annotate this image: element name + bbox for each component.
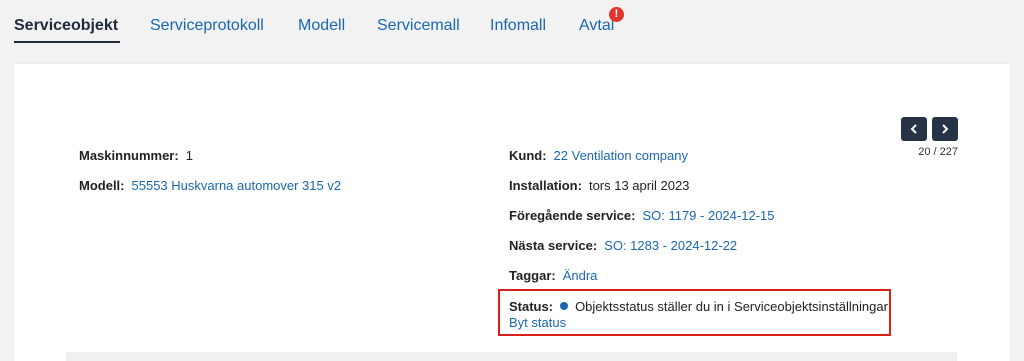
previous-service-link[interactable]: SO: 1179 - 2024-12-15: [642, 208, 774, 223]
customer-field: Kund: 22 Ventilation company: [509, 148, 688, 164]
installation-field: Installation: tors 13 april 2023: [509, 178, 689, 194]
next-service-label: Nästa service:: [509, 238, 598, 253]
installation-label: Installation:: [509, 178, 582, 193]
change-status-link[interactable]: Byt status: [509, 315, 566, 330]
previous-service-field: Föregående service: SO: 1179 - 2024-12-15: [509, 208, 774, 224]
tab-avtal[interactable]: Avtal: [579, 17, 614, 35]
active-tab-indicator: [14, 41, 120, 43]
tab-servicemall[interactable]: Servicemall: [377, 17, 460, 35]
installation-value: tors 13 april 2023: [588, 178, 690, 193]
status-field: Status: Objektsstatus ställer du in i Ser…: [509, 299, 888, 315]
status-label: Status:: [509, 299, 554, 314]
status-dot-icon: [560, 302, 569, 310]
section-divider: [66, 352, 957, 361]
model-link[interactable]: 55553 Huskvarna automover 315 v2: [132, 178, 342, 193]
next-service-link[interactable]: SO: 1283 - 2024-12-22: [604, 238, 737, 253]
tab-serviceprotokoll[interactable]: Serviceprotokoll: [150, 17, 264, 35]
tab-infomall[interactable]: Infomall: [490, 17, 546, 35]
next-button[interactable]: [932, 117, 958, 141]
chevron-left-icon: [910, 124, 917, 134]
customer-link[interactable]: 22 Ventilation company: [554, 148, 688, 163]
tab-modell[interactable]: Modell: [298, 17, 345, 35]
machine-number-label: Maskinnummer:: [79, 148, 179, 163]
chevron-right-icon: [942, 124, 949, 134]
previous-button[interactable]: [901, 117, 927, 141]
tags-label: Taggar:: [509, 268, 556, 283]
machine-number-field: Maskinnummer: 1: [79, 148, 193, 164]
customer-label: Kund:: [509, 148, 547, 163]
machine-number-value: 1: [185, 148, 193, 163]
model-field: Modell: 55553 Huskvarna automover 315 v2: [79, 178, 341, 194]
tab-bar: Serviceobjekt Serviceprotokoll Modell Se…: [0, 0, 1024, 50]
next-service-field: Nästa service: SO: 1283 - 2024-12-22: [509, 238, 737, 254]
alert-badge: !: [609, 7, 624, 22]
tab-serviceobjekt[interactable]: Serviceobjekt: [14, 17, 118, 35]
status-value: Objektsstatus ställer du in i Serviceobj…: [575, 299, 888, 314]
edit-tags-link[interactable]: Ändra: [563, 268, 598, 283]
tags-field: Taggar: Ändra: [509, 268, 597, 284]
change-status-field: Byt status: [509, 315, 566, 331]
previous-service-label: Föregående service:: [509, 208, 636, 223]
pager-count: 20 / 227: [918, 146, 958, 158]
model-label: Modell:: [79, 178, 125, 193]
